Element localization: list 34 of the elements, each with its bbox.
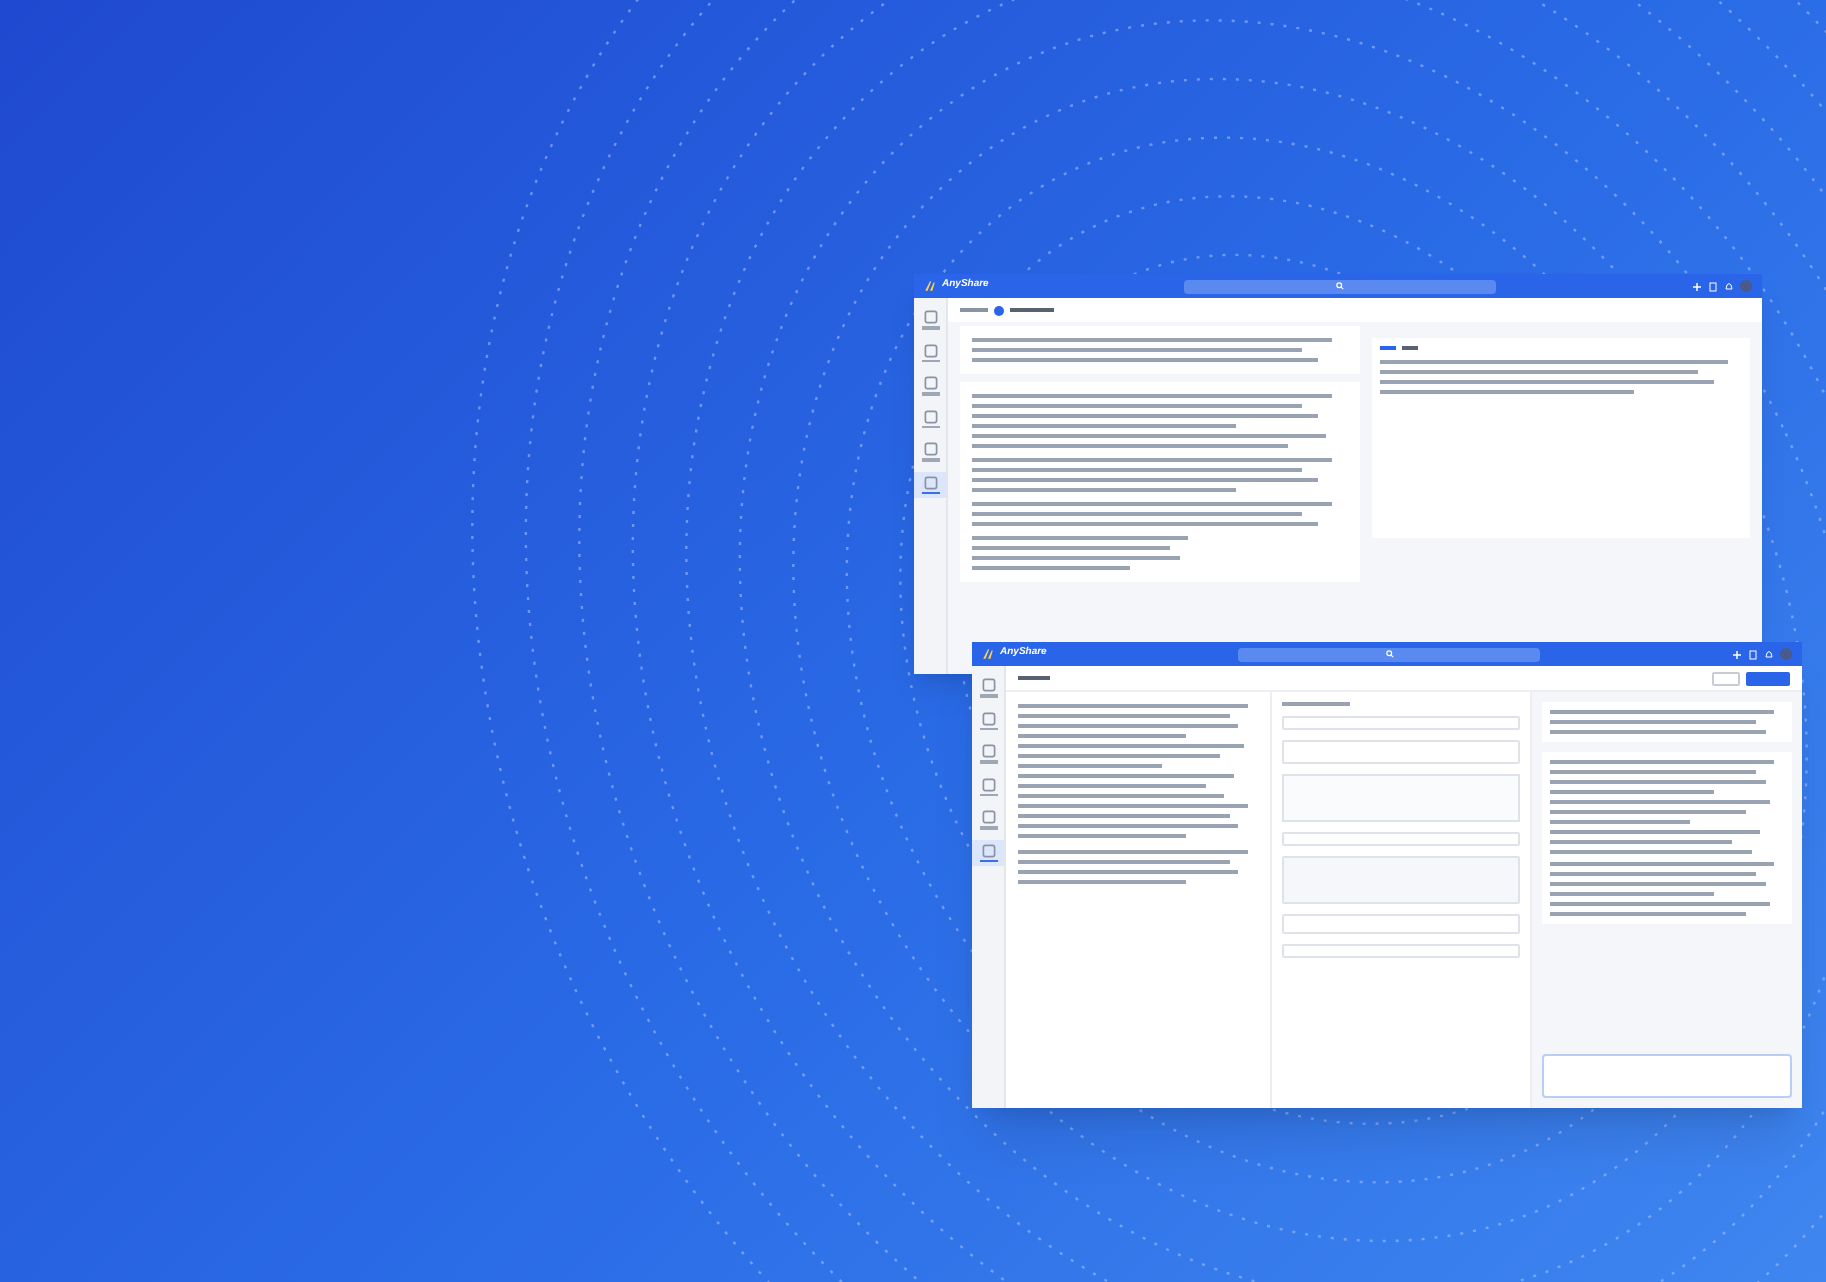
question-field[interactable] bbox=[1282, 944, 1520, 958]
logo-icon bbox=[982, 648, 994, 660]
nav-item[interactable] bbox=[914, 471, 946, 498]
nav-icon bbox=[981, 711, 995, 725]
bell-icon[interactable] bbox=[1724, 281, 1734, 291]
nav-icon bbox=[923, 475, 937, 489]
document-icon[interactable] bbox=[1748, 649, 1758, 659]
nav-icon bbox=[923, 310, 937, 324]
name-field[interactable] bbox=[1282, 716, 1520, 730]
logo-icon bbox=[924, 280, 936, 292]
nav-icon bbox=[981, 843, 995, 857]
add-icon[interactable] bbox=[1692, 281, 1702, 291]
bot-avatar bbox=[994, 305, 1004, 315]
nav-item[interactable] bbox=[972, 839, 1004, 866]
bell-icon[interactable] bbox=[1764, 649, 1774, 659]
description-field[interactable] bbox=[1282, 740, 1520, 764]
text-lines-drawing bbox=[1282, 702, 1354, 706]
publish-button[interactable] bbox=[1746, 671, 1790, 685]
nav-icon bbox=[923, 343, 937, 357]
document-icon[interactable] bbox=[1708, 281, 1718, 291]
chat-input[interactable] bbox=[1542, 1054, 1792, 1098]
nav-icon bbox=[923, 442, 937, 456]
nav-icon bbox=[981, 777, 995, 791]
nav-icon bbox=[923, 376, 937, 390]
search-field[interactable] bbox=[1184, 279, 1496, 293]
search-icon bbox=[1336, 282, 1345, 290]
nav-icon bbox=[981, 810, 995, 824]
cancel-button[interactable] bbox=[1712, 671, 1740, 685]
nav-icon bbox=[923, 409, 937, 423]
nav-icon bbox=[981, 678, 995, 692]
add-icon[interactable] bbox=[1732, 649, 1742, 659]
search-icon bbox=[1385, 650, 1394, 658]
search-field[interactable] bbox=[1237, 647, 1541, 661]
nav-icon bbox=[981, 744, 995, 758]
